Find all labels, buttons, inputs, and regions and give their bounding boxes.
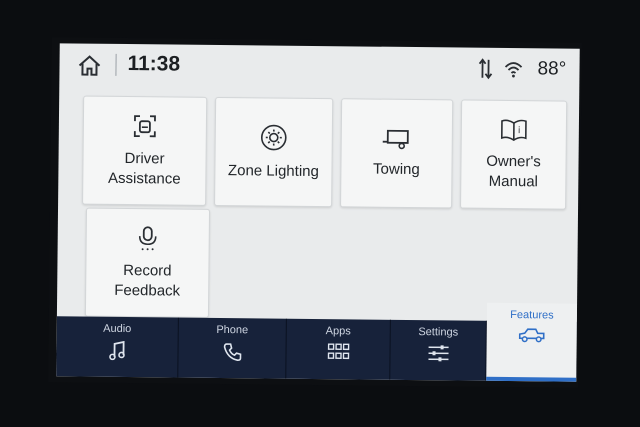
status-divider [115, 53, 117, 76]
nav-settings-label: Settings [418, 326, 459, 339]
signal-arrows-icon [478, 58, 493, 80]
nav-phone-label: Phone [216, 323, 249, 337]
nav-features-label: Features [510, 309, 554, 322]
nav-settings[interactable]: Settings [390, 319, 487, 381]
towing-tile[interactable]: Towing [340, 98, 454, 209]
svg-text:i: i [518, 126, 521, 136]
nav-apps[interactable]: Apps [286, 318, 391, 380]
truck-icon [518, 328, 545, 343]
display-bezel: 11:38 88° Driver Assistance Zone Lightin… [48, 37, 582, 388]
microphone-icon [138, 225, 157, 250]
towing-label: Towing [373, 160, 420, 178]
wifi-icon [504, 62, 523, 78]
apps-grid-icon [327, 343, 349, 360]
nav-apps-label: Apps [325, 325, 351, 338]
status-bar: 11:38 88° [59, 43, 579, 90]
outside-temperature: 88° [537, 58, 567, 80]
driver-assist-icon [133, 114, 156, 137]
nav-audio[interactable]: Audio [56, 316, 179, 378]
owners-manual-label: Owner's Manual [486, 152, 541, 190]
owners-manual-tile[interactable]: i Owner's Manual [460, 99, 568, 210]
nav-phone[interactable]: Phone [178, 317, 287, 379]
trailer-icon [382, 129, 409, 149]
zone-lighting-tile[interactable]: Zone Lighting [214, 96, 334, 208]
infotainment-screen: 11:38 88° Driver Assistance Zone Lightin… [56, 43, 580, 382]
home-icon[interactable] [77, 55, 101, 77]
zone-lighting-label: Zone Lighting [227, 161, 319, 180]
driver-assistance-tile[interactable]: Driver Assistance [82, 95, 208, 206]
bottom-navigation: Audio Phone Apps Settings Features [56, 302, 578, 382]
record-feedback-tile[interactable]: Record Feedback [84, 207, 211, 318]
light-icon [260, 124, 287, 150]
music-note-icon [108, 340, 125, 361]
book-icon: i [500, 119, 527, 141]
sliders-icon [427, 345, 449, 362]
phone-icon [223, 343, 241, 361]
clock: 11:38 [127, 52, 181, 76]
nav-audio-label: Audio [103, 322, 132, 336]
record-feedback-label: Record Feedback [114, 261, 181, 300]
nav-features[interactable]: Features [486, 302, 578, 382]
driver-assistance-label: Driver Assistance [107, 149, 181, 188]
